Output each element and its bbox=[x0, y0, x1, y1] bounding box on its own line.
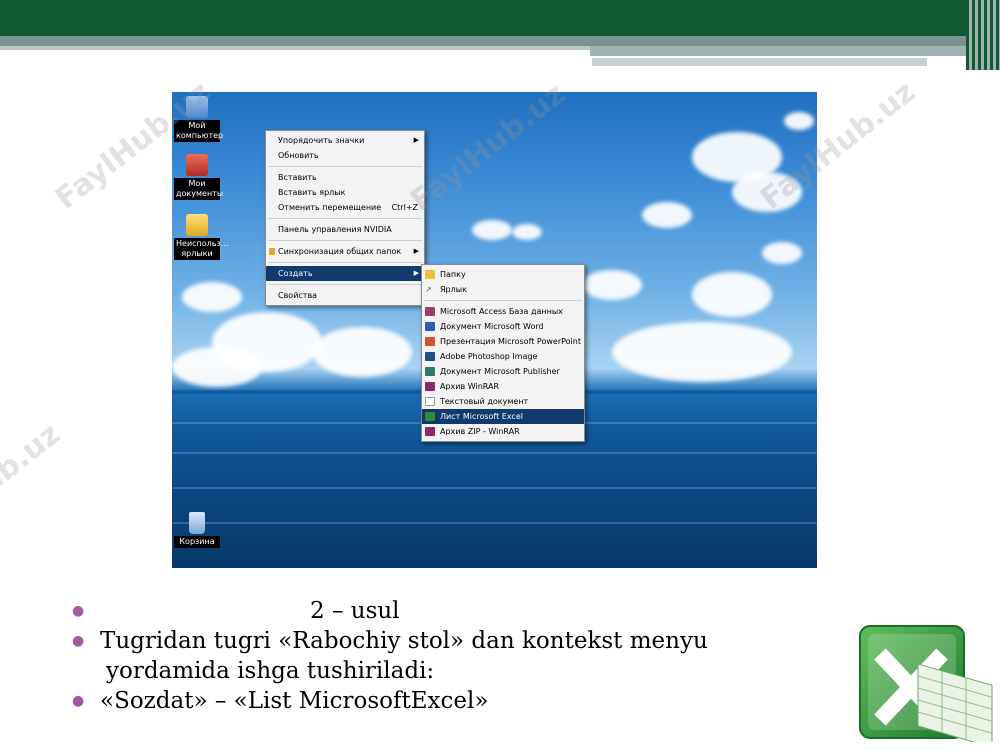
menu-separator bbox=[268, 284, 422, 285]
shortcut-icon: ↗ bbox=[425, 285, 432, 294]
menu-item-paste-shortcut[interactable]: Вставить ярлык bbox=[266, 185, 424, 200]
submenu-item-text-document[interactable]: Текстовый документ bbox=[422, 394, 584, 409]
menu-item-properties[interactable]: Свойства bbox=[266, 288, 424, 303]
menu-item-refresh[interactable]: Обновить bbox=[266, 148, 424, 163]
desktop-icon-my-documents[interactable]: Мои документы bbox=[174, 154, 224, 200]
bullet-text: yordamida ishga tushiriladi: bbox=[106, 658, 435, 684]
menu-item-sync-shared-folders[interactable]: Синхронизация общих папок ▶ bbox=[266, 244, 424, 259]
menu-item-create[interactable]: Создать ▶ bbox=[266, 266, 424, 281]
header-band-stripe bbox=[590, 46, 1000, 56]
folder-icon bbox=[186, 214, 208, 236]
desktop-icon-label: Мой компьютер bbox=[174, 120, 224, 142]
access-icon bbox=[425, 307, 435, 316]
desktop-screenshot: Мой компьютер Мои документы Неиспольз...… bbox=[172, 92, 817, 568]
bullet-text: Tugridan tugri «Rabochiy stol» dan konte… bbox=[100, 628, 708, 654]
submenu-item-winrar-zip[interactable]: Архив ZIP - WinRAR bbox=[422, 424, 584, 439]
photoshop-icon bbox=[425, 352, 435, 361]
bullet-text: «Sozdat» – «List MicrosoftExcel» bbox=[100, 688, 489, 714]
header-band-stripe bbox=[0, 36, 1000, 46]
bullet-item: ● Tugridan tugri «Rabochiy stol» dan kon… bbox=[72, 626, 832, 686]
desktop-icon-recycle-bin[interactable]: Корзина bbox=[174, 512, 220, 548]
menu-separator bbox=[424, 300, 582, 301]
submenu-arrow-icon: ▶ bbox=[413, 269, 419, 277]
menu-item-arrange-icons[interactable]: Упорядочить значки ▶ bbox=[266, 133, 424, 148]
header-band-stripe bbox=[592, 58, 927, 66]
header-band bbox=[0, 0, 1000, 36]
excel-icon bbox=[425, 412, 435, 421]
create-submenu: Папку ↗ Ярлык Microsoft Access База данны… bbox=[421, 264, 585, 442]
submenu-item-shortcut[interactable]: ↗ Ярлык bbox=[422, 282, 584, 297]
submenu-item-word[interactable]: Документ Microsoft Word bbox=[422, 319, 584, 334]
excel-logo-icon bbox=[859, 625, 993, 742]
powerpoint-icon bbox=[425, 337, 435, 346]
bullet-dot-icon: ● bbox=[72, 633, 85, 649]
desktop-icon-my-computer[interactable]: Мой компьютер bbox=[174, 96, 224, 142]
submenu-item-winrar[interactable]: Архив WinRAR bbox=[422, 379, 584, 394]
bullet-dot-icon: ● bbox=[72, 693, 85, 709]
folder-icon bbox=[425, 270, 435, 279]
menu-separator bbox=[268, 166, 422, 167]
menu-item-nvidia-control-panel[interactable]: Панель управления NVIDIA bbox=[266, 222, 424, 237]
submenu-item-excel[interactable]: Лист Microsoft Excel bbox=[422, 409, 584, 424]
desktop-icon-unused-shortcuts[interactable]: Неиспольз... ярлыки bbox=[174, 214, 229, 260]
menu-separator bbox=[268, 218, 422, 219]
context-menu: Упорядочить значки ▶ Обновить Вставить Вс… bbox=[265, 130, 425, 306]
menu-separator bbox=[268, 262, 422, 263]
submenu-item-access[interactable]: Microsoft Access База данных bbox=[422, 304, 584, 319]
header-band-stripes bbox=[966, 0, 1000, 70]
winrar-zip-icon bbox=[425, 427, 435, 436]
winrar-icon bbox=[425, 382, 435, 391]
publisher-icon bbox=[425, 367, 435, 376]
submenu-item-powerpoint[interactable]: Презентация Microsoft PowerPoint bbox=[422, 334, 584, 349]
sync-icon bbox=[269, 248, 275, 255]
text-document-icon bbox=[425, 397, 435, 406]
menu-separator bbox=[268, 240, 422, 241]
desktop-icon-label: Корзина bbox=[174, 536, 220, 548]
bullet-text: 2 – usul bbox=[310, 598, 400, 624]
menu-item-paste[interactable]: Вставить bbox=[266, 170, 424, 185]
desktop-icon-label: Мои документы bbox=[174, 178, 224, 200]
slide-bullet-list: ● 2 – usul ● Tugridan tugri «Rabochiy st… bbox=[72, 596, 832, 716]
recycle-bin-icon bbox=[189, 512, 205, 534]
computer-icon bbox=[186, 96, 208, 118]
folder-documents-icon bbox=[186, 154, 208, 176]
word-icon bbox=[425, 322, 435, 331]
submenu-arrow-icon: ▶ bbox=[413, 247, 419, 255]
bullet-item: ● 2 – usul bbox=[72, 596, 832, 626]
desktop-icon-label: Неиспольз... ярлыки bbox=[174, 238, 229, 260]
submenu-item-photoshop[interactable]: Adobe Photoshop Image bbox=[422, 349, 584, 364]
header-band-stripe bbox=[0, 46, 600, 50]
menu-item-undo-move[interactable]: Отменить перемещение Ctrl+Z bbox=[266, 200, 424, 215]
watermark: FaylHub.uz bbox=[0, 416, 68, 559]
submenu-item-publisher[interactable]: Документ Microsoft Publisher bbox=[422, 364, 584, 379]
bullet-dot-icon: ● bbox=[72, 603, 85, 619]
submenu-item-folder[interactable]: Папку bbox=[422, 267, 584, 282]
bullet-item: ● «Sozdat» – «List MicrosoftExcel» bbox=[72, 686, 832, 716]
submenu-arrow-icon: ▶ bbox=[413, 136, 419, 144]
menu-shortcut: Ctrl+Z bbox=[391, 203, 418, 212]
